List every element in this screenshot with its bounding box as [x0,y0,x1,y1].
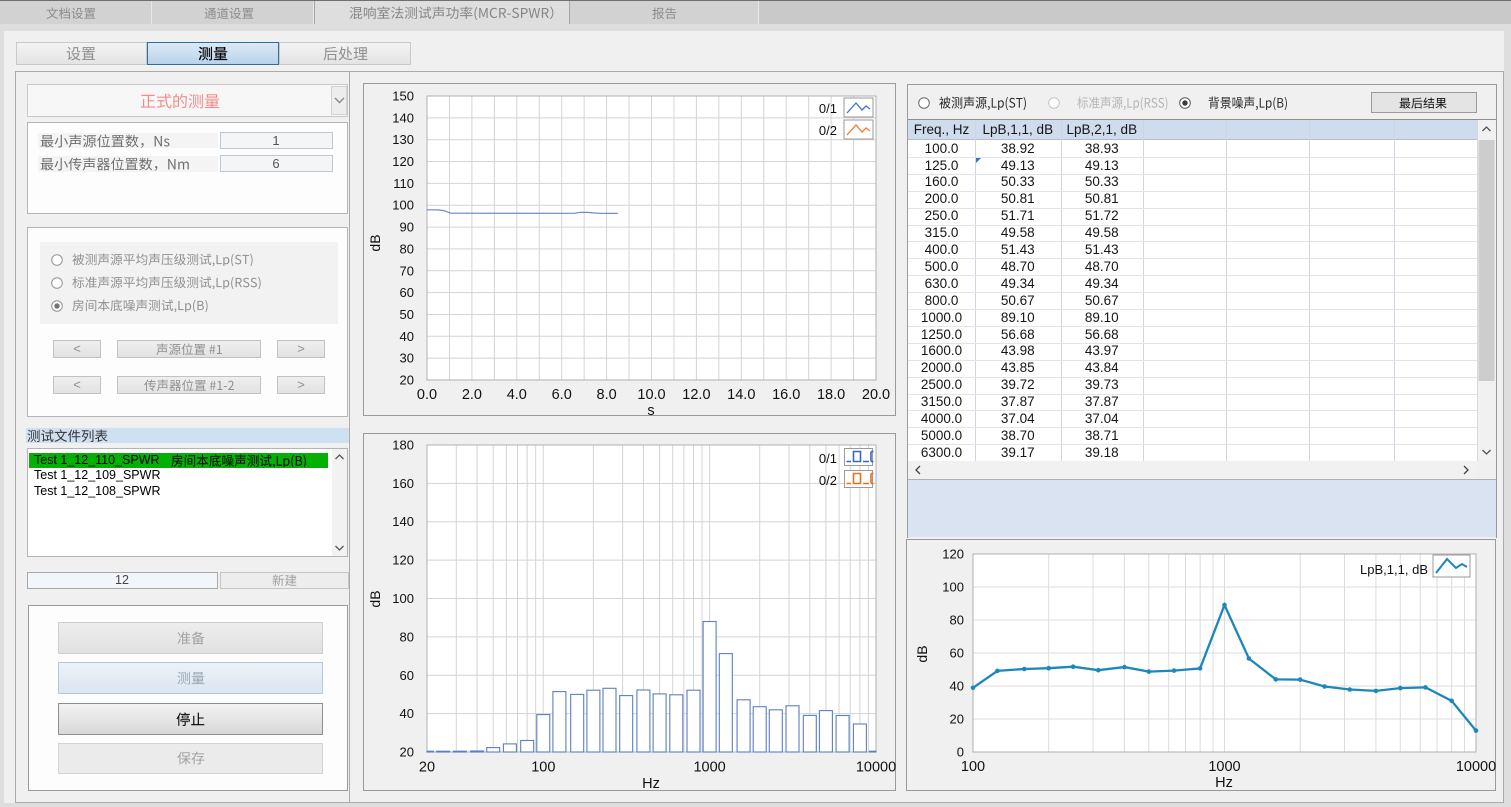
svg-text:2.0: 2.0 [462,387,482,403]
svg-text:60: 60 [950,646,964,661]
svg-text:100: 100 [392,591,414,606]
svg-text:dB: dB [367,590,383,607]
svg-text:100: 100 [961,759,985,775]
svg-text:110: 110 [393,176,414,191]
svg-text:16.0: 16.0 [772,387,800,403]
svg-text:0/1: 0/1 [819,451,837,466]
svg-text:120: 120 [392,553,414,568]
svg-text:20: 20 [400,373,414,388]
svg-text:140: 140 [392,110,414,125]
svg-text:1000: 1000 [1208,759,1240,775]
svg-text:120: 120 [942,547,964,562]
svg-text:130: 130 [392,132,414,147]
svg-text:0/2: 0/2 [819,123,837,138]
svg-text:80: 80 [950,613,964,628]
svg-text:8.0: 8.0 [597,387,617,403]
svg-text:160: 160 [392,476,414,491]
svg-text:20.0: 20.0 [862,387,890,403]
svg-text:dB: dB [367,234,383,251]
svg-text:Hz: Hz [642,776,660,791]
svg-text:140: 140 [392,514,414,529]
svg-text:18.0: 18.0 [817,387,845,403]
svg-text:LpB,1,1, dB: LpB,1,1, dB [1360,562,1428,577]
svg-text:14.0: 14.0 [727,387,755,403]
svg-text:30: 30 [400,351,414,366]
svg-text:50: 50 [400,307,414,322]
svg-text:0/1: 0/1 [819,101,837,116]
svg-text:90: 90 [400,220,414,235]
svg-text:1000: 1000 [693,760,725,776]
svg-text:s: s [647,403,654,416]
svg-text:70: 70 [400,263,414,278]
svg-text:120: 120 [392,154,414,169]
svg-text:0/2: 0/2 [819,473,837,488]
svg-text:20: 20 [950,712,964,727]
svg-text:12.0: 12.0 [682,387,710,403]
svg-text:80: 80 [400,629,414,644]
svg-text:40: 40 [400,706,414,721]
svg-text:40: 40 [950,679,964,694]
svg-text:100: 100 [942,580,964,595]
svg-text:150: 150 [392,89,414,104]
svg-text:60: 60 [400,668,414,683]
svg-text:20: 20 [400,745,414,760]
svg-text:0.0: 0.0 [417,387,437,403]
svg-text:dB: dB [914,645,930,662]
svg-text:6.0: 6.0 [552,387,572,403]
svg-text:40: 40 [400,329,414,344]
svg-text:100: 100 [392,198,414,213]
svg-text:0: 0 [957,745,964,760]
svg-text:10000: 10000 [856,760,896,776]
svg-text:10000: 10000 [1456,759,1496,775]
svg-text:10.0: 10.0 [637,387,665,403]
svg-text:4.0: 4.0 [507,387,527,403]
svg-text:60: 60 [400,285,414,300]
svg-text:Hz: Hz [1215,775,1233,791]
svg-text:180: 180 [392,438,414,453]
svg-text:100: 100 [531,760,555,776]
svg-text:20: 20 [419,760,435,776]
svg-text:80: 80 [400,241,414,256]
